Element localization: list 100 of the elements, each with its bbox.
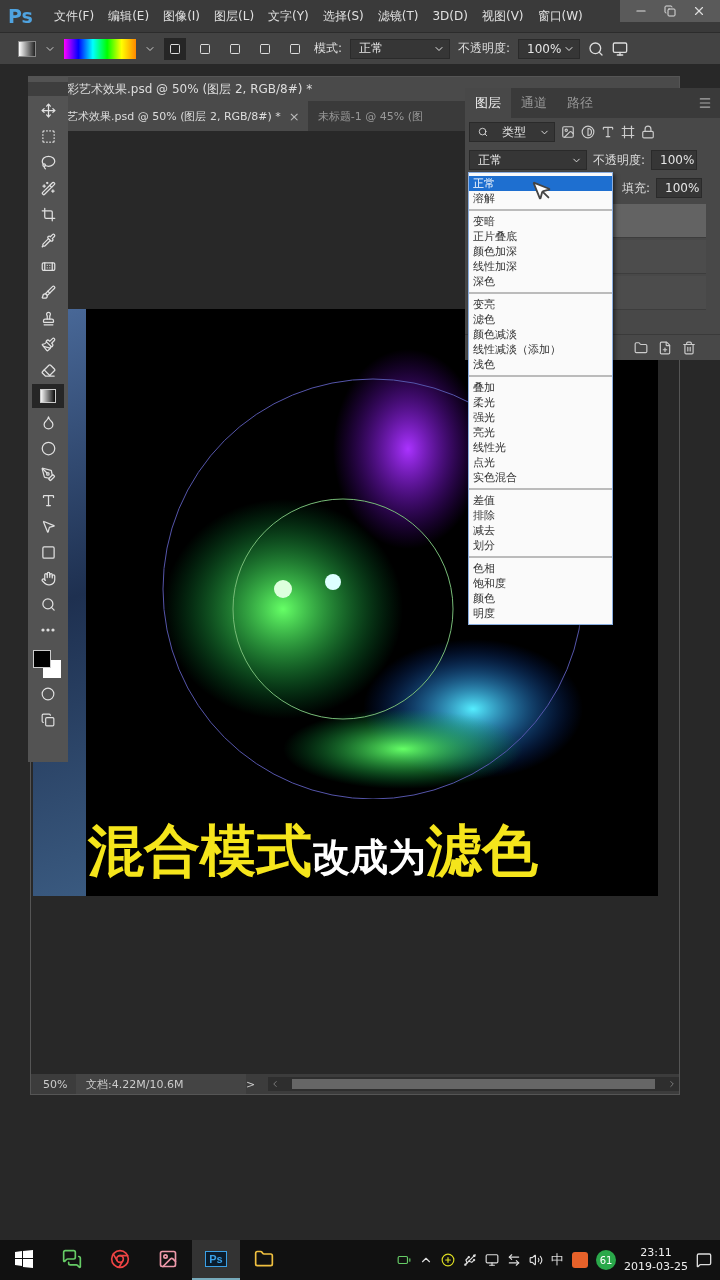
stamp-icon (40, 310, 56, 326)
new-layer-icon[interactable] (658, 340, 672, 355)
rectangle-icon (40, 544, 56, 560)
folder-icon (254, 1249, 274, 1269)
menu-item[interactable]: 实色混合 (469, 470, 612, 485)
drop-icon (40, 414, 56, 430)
document-info: 文档:4.22M/10.6M (76, 1074, 246, 1094)
mode-label: 模式: (314, 40, 343, 57)
menu-item[interactable]: 色相 (469, 561, 612, 576)
battery-icon[interactable] (397, 1253, 412, 1267)
opacity-field[interactable]: 100% (651, 150, 698, 170)
transfer-icon[interactable] (507, 1253, 522, 1267)
menu-item[interactable]: 滤镜(T) (370, 7, 426, 25)
eraser-icon (40, 362, 56, 378)
trash-icon[interactable] (682, 340, 696, 355)
mode-select[interactable]: 正常 (350, 38, 451, 59)
menu-item[interactable]: 3D(D) (425, 9, 475, 23)
menu-item[interactable]: 浅色 (469, 357, 612, 372)
menu-item[interactable]: 线性光 (469, 440, 612, 455)
scroll-right-icon[interactable] (667, 1079, 677, 1089)
menu-item[interactable]: 差值 (469, 493, 612, 508)
menu-item[interactable]: 正常 (469, 176, 612, 191)
panel-tab[interactable]: 图层 (465, 88, 511, 118)
usb-icon[interactable] (463, 1253, 478, 1267)
menu-item[interactable]: 亮光 (469, 425, 612, 440)
menu-item[interactable]: 线性减淡（添加） (469, 342, 612, 357)
shape-icon[interactable] (621, 125, 635, 139)
status-menu-arrow[interactable]: > (246, 1077, 268, 1091)
folder-icon[interactable] (634, 340, 648, 355)
scroll-left-icon[interactable] (270, 1079, 280, 1089)
browser-icon (110, 1249, 130, 1269)
menu-item[interactable]: 滤色 (469, 312, 612, 327)
crop-icon (40, 206, 56, 222)
menu-item[interactable]: 选择(S) (315, 7, 371, 25)
color-swatches[interactable] (33, 650, 63, 680)
close-icon[interactable] (692, 4, 706, 18)
notification-icon[interactable] (696, 1252, 712, 1268)
menu-item[interactable]: 颜色 (469, 591, 612, 606)
gradient-type-button[interactable] (164, 37, 186, 60)
menu-item[interactable]: 正片叠底 (469, 229, 612, 244)
brush-icon (40, 336, 56, 352)
square-icon (169, 42, 181, 55)
tool-button[interactable] (32, 384, 64, 408)
menu-item[interactable]: 编辑(E) (101, 7, 157, 25)
network-icon[interactable] (485, 1253, 500, 1267)
menu-item[interactable]: 叠加 (469, 380, 612, 395)
menu-item[interactable]: 点光 (469, 455, 612, 470)
adjustment-icon[interactable] (581, 125, 595, 139)
clock[interactable]: 23:11 2019-03-25 (624, 1246, 688, 1274)
document-tab[interactable]: 艺术效果.psd @ 50% (图层 2, RGB/8#) * × (67, 101, 308, 131)
opacity-field[interactable]: 100% (518, 38, 581, 59)
horizontal-scrollbar[interactable] (268, 1077, 679, 1091)
pointer-icon (40, 518, 56, 534)
menu-item[interactable]: 图层(L) (207, 7, 262, 25)
image-icon[interactable] (561, 125, 575, 139)
menu-item[interactable]: 文件(F) (46, 7, 102, 25)
caption-text: 混合模式 (88, 817, 312, 885)
panel-icon[interactable] (612, 40, 629, 57)
menu-item[interactable]: 图像(I) (156, 7, 208, 25)
lock-icon[interactable] (641, 125, 655, 139)
blend-mode-select[interactable]: 正常 (469, 150, 587, 170)
gradient-icon (40, 389, 56, 403)
input-method[interactable]: 中 (551, 1251, 565, 1269)
menu-item[interactable]: 柔光 (469, 395, 612, 410)
square-icon (199, 42, 211, 55)
menu-item[interactable]: 文字(Y) (261, 7, 316, 25)
hand-icon (40, 570, 56, 586)
plus-icon[interactable] (441, 1253, 456, 1267)
menu-icon[interactable] (698, 96, 712, 110)
gradient-preview[interactable] (18, 40, 36, 57)
menu-item[interactable]: 强光 (469, 410, 612, 425)
menu-item[interactable]: 明度 (469, 606, 612, 621)
menu-item[interactable]: 颜色加深 (469, 244, 612, 259)
menu-item[interactable]: 变暗 (469, 214, 612, 229)
menu-item[interactable]: 视图(V) (474, 7, 531, 25)
menu-item[interactable]: 划分 (469, 538, 612, 553)
ps-icon: Ps (205, 1251, 227, 1267)
document-tab[interactable]: 未标题-1 @ 45% (图 (307, 101, 431, 131)
menu-item[interactable]: 排除 (469, 508, 612, 523)
menu-item[interactable]: 窗口(W) (530, 7, 590, 25)
menu-item[interactable]: 颜色减淡 (469, 327, 612, 342)
menu-item[interactable]: 溶解 (469, 191, 612, 206)
gradient-swatch[interactable] (64, 38, 136, 59)
search-icon[interactable] (588, 40, 605, 57)
type-icon (40, 492, 56, 508)
square-icon (289, 42, 301, 55)
menu-item[interactable]: 变亮 (469, 297, 612, 312)
menu-item[interactable]: 深色 (469, 274, 612, 289)
close-icon[interactable]: × (288, 108, 300, 124)
volume-icon[interactable] (529, 1253, 544, 1267)
restore-icon[interactable] (664, 5, 676, 17)
photos-icon (158, 1249, 178, 1269)
marquee-icon (40, 128, 56, 144)
taskbar-app[interactable]: Ps (192, 1240, 240, 1280)
fill-field[interactable]: 100% (656, 178, 702, 198)
menu-item[interactable]: 线性加深 (469, 259, 612, 274)
filter-select[interactable]: 类型 (469, 122, 555, 142)
menu-item[interactable]: 饱和度 (469, 576, 612, 591)
type-icon[interactable] (601, 125, 615, 139)
menu-item[interactable]: 减去 (469, 523, 612, 538)
